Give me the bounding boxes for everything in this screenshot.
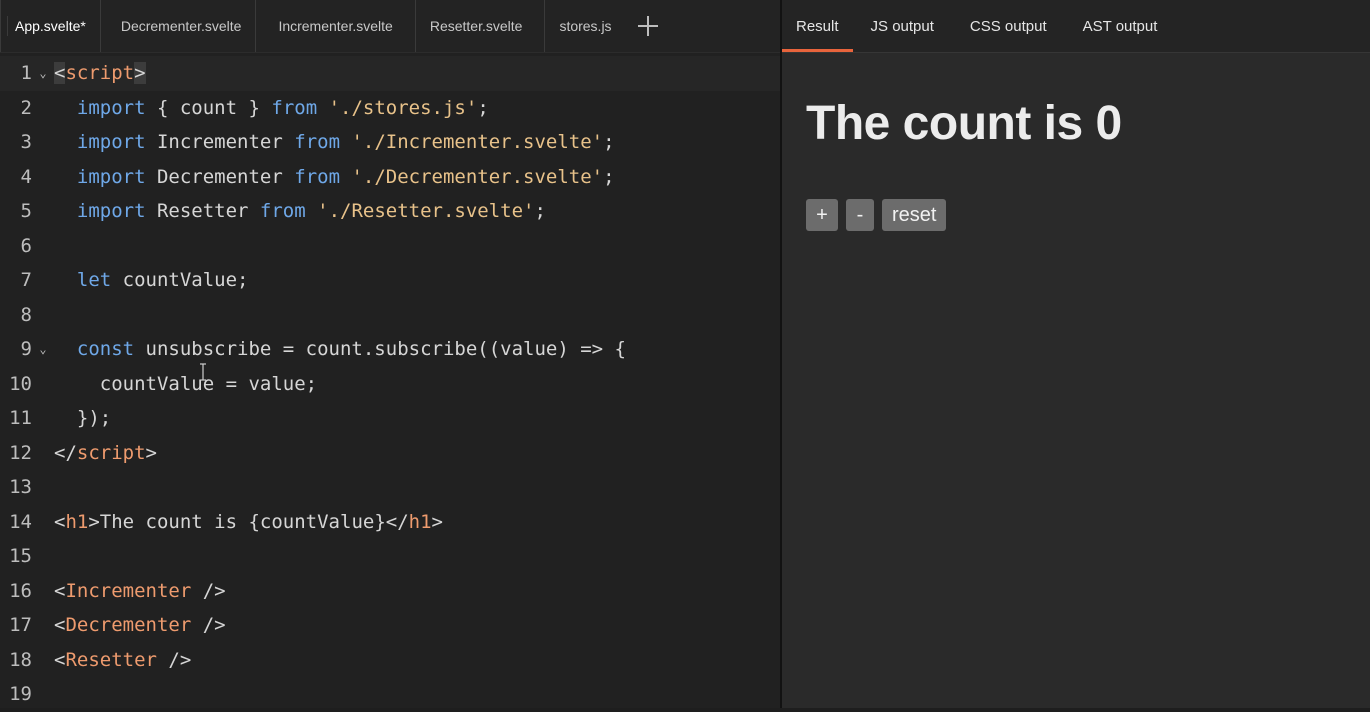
- code-line: 12 </script>: [0, 436, 780, 471]
- code-text: });: [76, 407, 112, 430]
- code-line: 6: [0, 229, 780, 264]
- add-tab-button[interactable]: [628, 0, 668, 52]
- code-line: 13: [0, 470, 780, 505]
- code-text: import Resetter from './Resetter.svelte'…: [76, 200, 546, 223]
- code-text: <script>: [54, 62, 146, 85]
- code-text: <Resetter />: [54, 648, 192, 671]
- code-line: 9 ⌄ const unsubscribe = count.subscribe(…: [0, 332, 780, 367]
- tab-label: App.svelte*: [15, 18, 86, 34]
- tab-label: stores.js: [559, 18, 612, 34]
- line-number: 2: [20, 96, 32, 119]
- code-text: import Decrementer from './Decrementer.s…: [76, 165, 615, 188]
- line-number: 14: [9, 510, 32, 533]
- line-number: 7: [20, 269, 32, 292]
- line-number: 9: [20, 338, 32, 361]
- tab-js-output[interactable]: JS output: [853, 0, 952, 52]
- code-line: 17 <Decrementer />: [0, 608, 780, 643]
- tab-label: Decrementer.svelte: [120, 18, 242, 34]
- code-text: <h1>The count is {countValue}</h1>: [54, 510, 443, 533]
- code-line: 18 <Resetter />: [0, 643, 780, 678]
- line-number: 5: [20, 200, 32, 223]
- increment-button[interactable]: +: [806, 199, 838, 231]
- line-number: 1: [20, 62, 32, 85]
- chevron-down-icon[interactable]: ⌄: [32, 66, 54, 80]
- output-tab-bar: Result JS output CSS output AST output: [782, 0, 1370, 53]
- code-line: 11 });: [0, 401, 780, 436]
- code-area[interactable]: 1 ⌄ <script> 2 import { count } from './…: [0, 56, 780, 708]
- line-number: 3: [20, 131, 32, 154]
- code-line: 1 ⌄ <script>: [0, 56, 780, 91]
- file-tab-bar: App.svelte* Decrementer.svelte Increment…: [0, 0, 780, 53]
- code-text: import Incrementer from './Incrementer.s…: [76, 131, 615, 154]
- count-heading: The count is 0: [806, 97, 1122, 150]
- code-line: 19: [0, 677, 780, 712]
- code-text: const unsubscribe = count.subscribe((val…: [76, 338, 626, 361]
- code-text: <Decrementer />: [54, 614, 226, 637]
- code-editor-pane: App.svelte* Decrementer.svelte Increment…: [0, 0, 780, 708]
- tab-label: Resetter.svelte: [429, 18, 523, 34]
- line-number: 4: [20, 165, 32, 188]
- line-number: 15: [9, 545, 32, 568]
- code-line: 10 countValue = value;: [0, 367, 780, 402]
- line-number: 13: [9, 476, 32, 499]
- code-line: 7 let countValue;: [0, 263, 780, 298]
- decrement-button[interactable]: -: [846, 199, 874, 231]
- line-number: 12: [9, 441, 32, 464]
- line-number: 17: [9, 614, 32, 637]
- code-text: let countValue;: [76, 269, 249, 292]
- code-line: 4 import Decrementer from './Decrementer…: [0, 160, 780, 195]
- line-number: 16: [9, 579, 32, 602]
- code-text: countValue = value;: [99, 372, 318, 395]
- tab-label: Incrementer.svelte: [278, 18, 393, 34]
- code-line: 5 import Resetter from './Resetter.svelt…: [0, 194, 780, 229]
- tab-result[interactable]: Result: [782, 0, 853, 52]
- reset-button[interactable]: reset: [882, 199, 947, 231]
- tab-stores-js[interactable]: stores.js: [544, 0, 621, 52]
- line-number: 10: [9, 372, 32, 395]
- code-line: 15: [0, 539, 780, 574]
- code-text: </script>: [54, 441, 157, 464]
- output-pane: Result JS output CSS output AST output T…: [782, 0, 1370, 708]
- tab-decrementer-svelte[interactable]: Decrementer.svelte: [99, 0, 256, 52]
- line-number: 19: [9, 683, 32, 706]
- tab-incrementer-svelte[interactable]: Incrementer.svelte: [255, 0, 414, 52]
- code-line: 3 import Incrementer from './Incrementer…: [0, 125, 780, 160]
- tab-drag-handle[interactable]: [7, 16, 10, 36]
- line-number: 8: [20, 303, 32, 326]
- chevron-down-icon[interactable]: ⌄: [32, 342, 54, 356]
- code-line: 8: [0, 298, 780, 333]
- plus-icon: [637, 16, 658, 36]
- tab-ast-output[interactable]: AST output: [1065, 0, 1176, 52]
- code-line: 2 import { count } from './stores.js';: [0, 91, 780, 126]
- text-cursor-icon: [200, 363, 206, 381]
- code-text: import { count } from './stores.js';: [76, 96, 489, 119]
- counter-buttons: + - reset: [806, 199, 947, 231]
- code-line: 14 <h1>The count is {countValue}</h1>: [0, 505, 780, 540]
- line-number: 11: [9, 407, 32, 430]
- tab-resetter-svelte[interactable]: Resetter.svelte: [414, 0, 545, 52]
- line-number: 6: [20, 234, 32, 257]
- tab-css-output[interactable]: CSS output: [952, 0, 1065, 52]
- code-line: 16 <Incrementer />: [0, 574, 780, 609]
- line-number: 18: [9, 648, 32, 671]
- tab-app-svelte[interactable]: App.svelte*: [0, 0, 100, 52]
- code-text: <Incrementer />: [54, 579, 226, 602]
- result-preview: The count is 0: [806, 96, 1122, 151]
